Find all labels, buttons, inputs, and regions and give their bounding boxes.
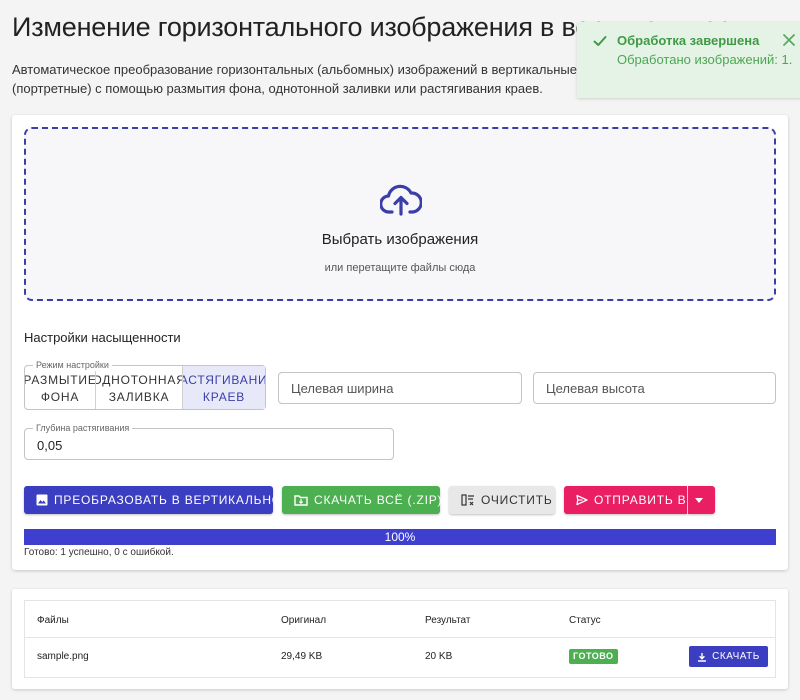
target-width-input[interactable] bbox=[278, 372, 522, 404]
folder-download-icon bbox=[294, 495, 308, 506]
results-table: Файлы Оригинал Результат Статус sample.p… bbox=[24, 600, 776, 678]
row-download-label: Скачать bbox=[712, 651, 760, 662]
convert-vertical-button[interactable]: Преобразовать в вертикальное bbox=[24, 486, 290, 514]
clear-label: Очистить bbox=[481, 493, 553, 507]
progress-bar: 100% bbox=[24, 529, 776, 545]
stretch-depth-field[interactable]: Глубина растягивания 0,05 bbox=[24, 422, 394, 460]
send-menu-toggle[interactable] bbox=[688, 486, 715, 514]
toast-title: Обработка завершена bbox=[617, 33, 760, 48]
column-header-original: Оригинал bbox=[281, 615, 327, 626]
column-header-status: Статус bbox=[569, 615, 601, 626]
page-description: Автоматическое преобразование горизонтал… bbox=[12, 62, 578, 96]
convert-vertical-label: Преобразовать в вертикальное bbox=[54, 493, 291, 507]
close-icon[interactable] bbox=[781, 32, 797, 48]
file-dropzone[interactable]: Выбрать изображения или перетащите файлы… bbox=[24, 127, 776, 301]
send-to-label: Отправить в bbox=[594, 493, 687, 507]
row-download-button[interactable]: Скачать bbox=[689, 646, 768, 667]
dropzone-title: Выбрать изображения bbox=[321, 231, 479, 248]
results-card: Файлы Оригинал Результат Статус sample.p… bbox=[12, 589, 788, 689]
row-original-size: 29,49 KB bbox=[281, 651, 323, 662]
main-card: Выбрать изображения или перетащите файлы… bbox=[12, 115, 788, 570]
send-to-button[interactable]: Отправить в bbox=[564, 486, 687, 514]
mode-solid-fill-button[interactable]: Однотонная заливка bbox=[96, 366, 183, 409]
mode-stretch-edges-button[interactable]: Растягивание краев bbox=[183, 366, 265, 409]
download-icon bbox=[698, 652, 707, 662]
download-zip-label: Скачать всё (.ZIP) bbox=[314, 493, 443, 507]
progress-label: 100% bbox=[384, 530, 416, 544]
column-header-files: Файлы bbox=[37, 615, 69, 626]
toast-message: Обработано изображений: 1. bbox=[617, 52, 793, 67]
mode-toggle-group: Режим настройки Размытие фона Однотонная… bbox=[24, 359, 266, 410]
mode-blur-button[interactable]: Размытие фона bbox=[25, 366, 96, 409]
settings-title: Настройки насыщенности bbox=[24, 330, 181, 345]
success-toast: Обработка завершена Обработано изображен… bbox=[577, 22, 800, 98]
image-icon bbox=[36, 494, 48, 506]
row-file-name: sample.png bbox=[37, 651, 89, 662]
target-height-input[interactable] bbox=[533, 372, 776, 404]
status-badge: Готово bbox=[569, 649, 618, 664]
dropzone-subtitle: или перетащите файлы сюда bbox=[324, 262, 476, 274]
check-icon bbox=[593, 36, 607, 46]
download-zip-button[interactable]: Скачать всё (.ZIP) bbox=[282, 486, 443, 514]
progress-status: Готово: 1 успешно, 0 с ошибкой. bbox=[24, 547, 174, 558]
table-divider bbox=[25, 637, 775, 638]
send-icon bbox=[576, 494, 588, 506]
stretch-depth-value: 0,05 bbox=[37, 438, 63, 453]
row-result-size: 20 KB bbox=[425, 651, 453, 662]
clear-list-icon bbox=[461, 494, 474, 506]
column-header-result: Результат bbox=[425, 615, 471, 626]
caret-down-icon bbox=[694, 497, 703, 503]
cloud-upload-icon bbox=[380, 184, 422, 216]
clear-button[interactable]: Очистить bbox=[449, 486, 555, 514]
stretch-depth-label: Глубина растягивания bbox=[33, 422, 133, 434]
mode-label: Режим настройки bbox=[33, 359, 112, 371]
